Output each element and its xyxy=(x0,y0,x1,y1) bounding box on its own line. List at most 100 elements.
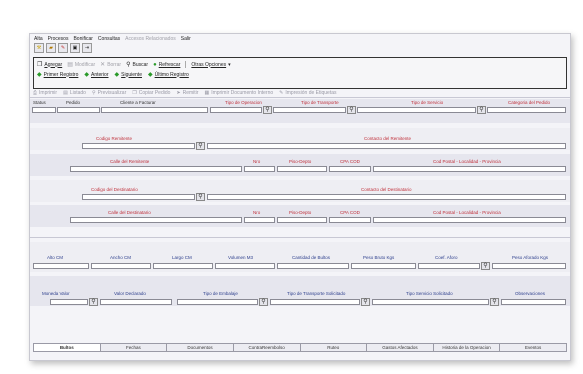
last-record-button[interactable]: ◆ Último Registro xyxy=(148,71,189,79)
send-icon: ➤ xyxy=(176,90,181,96)
tab-ruteo[interactable]: Ruteo xyxy=(300,343,368,352)
divider xyxy=(30,237,570,238)
gauge-coef-label: Coef. Aforo xyxy=(435,255,458,260)
list-button: ▤ Listado xyxy=(63,90,86,96)
tools-icon[interactable]: ⚒ xyxy=(34,43,44,53)
sender-cpa-label: CPA COD xyxy=(340,159,360,164)
menu-alta[interactable]: Alta xyxy=(34,36,43,42)
tab-historia-operacion[interactable]: Historia de la Operacion xyxy=(433,343,501,352)
exit-icon[interactable]: ⇥ xyxy=(82,43,92,53)
requested-service-label: Tipo Servicio Solicitado xyxy=(406,291,453,296)
requested-transport-field[interactable] xyxy=(270,299,360,305)
packaging-type-field[interactable] xyxy=(177,299,258,305)
observations-field[interactable] xyxy=(501,299,566,305)
chevron-down-icon: ▾ xyxy=(228,61,231,68)
gauge-coef-lookup-button[interactable]: ⚲ xyxy=(481,262,490,270)
recipient-cpa-label: CPA COD xyxy=(340,210,360,215)
transport-type-label: Tipo de Transporte xyxy=(301,100,339,105)
service-type-label: Tipo de Servicio xyxy=(411,100,444,105)
sender-lookup-button[interactable]: ⚲ xyxy=(196,142,205,150)
declared-value-field[interactable] xyxy=(100,299,172,305)
copy-icon: ❐ xyxy=(132,90,137,96)
search-icon: ⚲ xyxy=(91,299,96,305)
next-record-button[interactable]: ◆ Siguiente xyxy=(115,71,142,79)
gauge-coef-field[interactable] xyxy=(418,263,480,269)
quick-icon-bar: ⚒ ▰ ✎ ▣ ⇥ xyxy=(34,43,92,53)
sender-contact-field[interactable] xyxy=(207,143,566,149)
search-button[interactable]: ⚲ Buscar xyxy=(126,61,148,69)
edit-icon[interactable]: ✎ xyxy=(58,43,68,53)
tab-documentos[interactable]: Documentos xyxy=(167,343,234,352)
gross-weight-field[interactable] xyxy=(351,263,416,269)
service-type-field[interactable] xyxy=(357,107,476,113)
transport-type-field[interactable] xyxy=(273,107,346,113)
label-icon: ✎ xyxy=(279,90,284,96)
recipient-contact-field[interactable] xyxy=(207,194,566,200)
width-field[interactable] xyxy=(91,263,151,269)
previous-record-button[interactable]: ◆ Anterior xyxy=(84,71,108,79)
add-icon: ❐ xyxy=(37,62,43,68)
print-button: ⎙ Imprimir xyxy=(33,90,58,96)
other-options-dropdown[interactable]: Otras Opciones ▾ xyxy=(191,62,230,68)
client-field[interactable] xyxy=(101,107,208,113)
search-icon: ⚲ xyxy=(479,107,484,113)
delete-icon: ✕ xyxy=(100,62,106,68)
operation-type-field[interactable] xyxy=(210,107,262,113)
status-field[interactable] xyxy=(32,107,56,113)
divider xyxy=(30,97,570,98)
sender-street-field[interactable] xyxy=(70,166,242,172)
send-button: ➤ Remitir xyxy=(176,90,199,96)
client-label: Cliente a Facturar xyxy=(120,100,156,105)
tab-eventos[interactable]: Eventos xyxy=(500,343,567,352)
sender-number-field[interactable] xyxy=(244,166,275,172)
recipient-postal-field[interactable] xyxy=(373,217,566,223)
recipient-lookup-button[interactable]: ⚲ xyxy=(196,193,205,201)
window-icon[interactable]: ▣ xyxy=(70,43,80,53)
menu-consultas[interactable]: Consultas xyxy=(98,36,120,42)
currency-field[interactable] xyxy=(50,299,88,305)
height-field[interactable] xyxy=(33,263,89,269)
length-field[interactable] xyxy=(153,263,213,269)
currency-lookup-button[interactable]: ⚲ xyxy=(89,298,98,306)
requested-service-lookup-button[interactable]: ⚲ xyxy=(490,298,499,306)
tab-bultos[interactable]: Bultos xyxy=(33,343,101,352)
sender-postal-field[interactable] xyxy=(373,166,566,172)
requested-transport-lookup-button[interactable]: ⚲ xyxy=(361,298,370,306)
first-record-button[interactable]: ◆ Primer Registro xyxy=(37,71,78,79)
document-icon: ▦ xyxy=(204,90,210,96)
recipient-code-field[interactable] xyxy=(82,194,195,200)
folder-icon[interactable]: ▰ xyxy=(46,43,56,53)
tab-contrareembolso[interactable]: ContraReembolso xyxy=(233,343,301,352)
recipient-number-field[interactable] xyxy=(244,217,275,223)
sender-code-field[interactable] xyxy=(82,143,195,149)
volume-field[interactable] xyxy=(215,263,275,269)
transport-type-lookup-button[interactable]: ⚲ xyxy=(347,106,356,114)
recipient-cpa-field[interactable] xyxy=(329,217,371,223)
order-field[interactable] xyxy=(57,107,100,113)
gauged-weight-field[interactable] xyxy=(492,263,566,269)
first-record-icon: ◆ xyxy=(37,72,42,78)
sender-cpa-field[interactable] xyxy=(329,166,371,172)
refresh-button[interactable]: ● Refrescar xyxy=(153,62,180,68)
order-category-field[interactable] xyxy=(487,107,566,113)
recipient-street-field[interactable] xyxy=(70,217,242,223)
recipient-floor-field[interactable] xyxy=(277,217,327,223)
add-button[interactable]: ❐ Agregar xyxy=(37,61,62,69)
recipient-contact-label: Contacto del Destinatario xyxy=(361,187,412,192)
menu-procesos[interactable]: Procesos xyxy=(48,36,69,42)
menu-bonificar[interactable]: Bonificar xyxy=(73,36,92,42)
operation-type-lookup-button[interactable]: ⚲ xyxy=(263,106,272,114)
sender-floor-field[interactable] xyxy=(277,166,327,172)
tab-gastos-afectados[interactable]: Gastos Afectados xyxy=(367,343,434,352)
print-icon: ⎙ xyxy=(33,90,38,96)
detail-tabs: Bultos Fechas Documentos ContraReembolso… xyxy=(33,343,567,352)
menu-salir[interactable]: Salir xyxy=(181,36,191,42)
tab-fechas[interactable]: Fechas xyxy=(100,343,168,352)
modify-button: ▤ Modificar xyxy=(67,61,96,69)
package-count-field[interactable] xyxy=(277,263,349,269)
packaging-type-lookup-button[interactable]: ⚲ xyxy=(259,298,268,306)
previous-record-icon: ◆ xyxy=(84,72,89,78)
service-type-lookup-button[interactable]: ⚲ xyxy=(477,106,486,114)
requested-transport-label: Tipo de Transporte Solicitado xyxy=(287,291,346,296)
requested-service-field[interactable] xyxy=(372,299,489,305)
